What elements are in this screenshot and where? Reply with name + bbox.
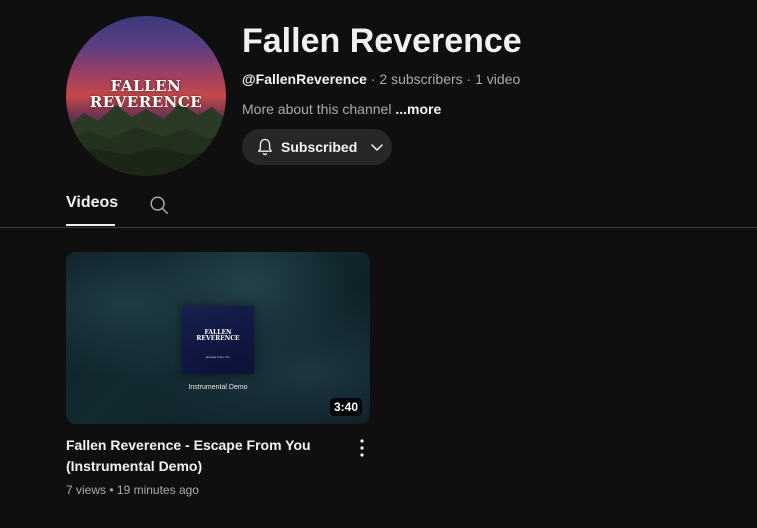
search-icon[interactable] (148, 194, 170, 216)
album-art-title-line2: REVERENCE (196, 335, 240, 342)
subscribed-button[interactable]: Subscribed (242, 129, 392, 165)
channel-avatar[interactable]: FALLEN REVERENCE (66, 16, 226, 176)
about-more-link[interactable]: ...more (395, 101, 441, 117)
channel-meta: @FallenReverence · 2 subscribers · 1 vid… (242, 71, 520, 87)
video-views: 7 views (66, 483, 107, 497)
channel-page: FALLEN REVERENCE Fallen Reverence @Falle… (0, 0, 757, 528)
more-options-icon[interactable] (352, 437, 372, 459)
subscribed-label: Subscribed (281, 139, 358, 155)
avatar-logo-line1: FALLEN (110, 77, 182, 95)
avatar-logo-text: FALLEN REVERENCE (66, 78, 226, 110)
channel-handle: @FallenReverence (242, 71, 367, 87)
video-count: 1 video (475, 71, 521, 87)
channel-title: Fallen Reverence (242, 22, 522, 60)
about-text: More about this channel (242, 101, 392, 117)
video-thumbnail[interactable]: FALLEN REVERENCE Escape From You Instrum… (66, 252, 370, 424)
video-title-link[interactable]: Fallen Reverence - Escape From You (Inst… (66, 435, 336, 477)
meta-separator: · (466, 71, 472, 87)
video-duration-badge: 3:40 (329, 398, 362, 416)
bell-icon (258, 138, 272, 156)
album-art-title: FALLEN REVERENCE (182, 330, 254, 342)
meta-separator: · (370, 71, 376, 87)
video-age: 19 minutes ago (116, 483, 199, 497)
thumbnail-album-art: FALLEN REVERENCE Escape From You (182, 306, 254, 374)
thumbnail-caption: Instrumental Demo (188, 384, 248, 391)
video-meta-separator: • (109, 483, 114, 497)
subscriber-count: 2 subscribers (379, 71, 463, 87)
avatar-logo-line2: REVERENCE (89, 93, 203, 111)
album-art-subtitle: Escape From You (206, 355, 230, 359)
channel-about[interactable]: More about this channel ...more (242, 101, 441, 117)
tabs-divider (0, 227, 757, 228)
video-meta: 7 views • 19 minutes ago (66, 483, 199, 497)
tab-videos[interactable]: Videos (66, 194, 118, 212)
tab-selected-indicator (66, 224, 115, 226)
chevron-down-icon (371, 144, 383, 151)
